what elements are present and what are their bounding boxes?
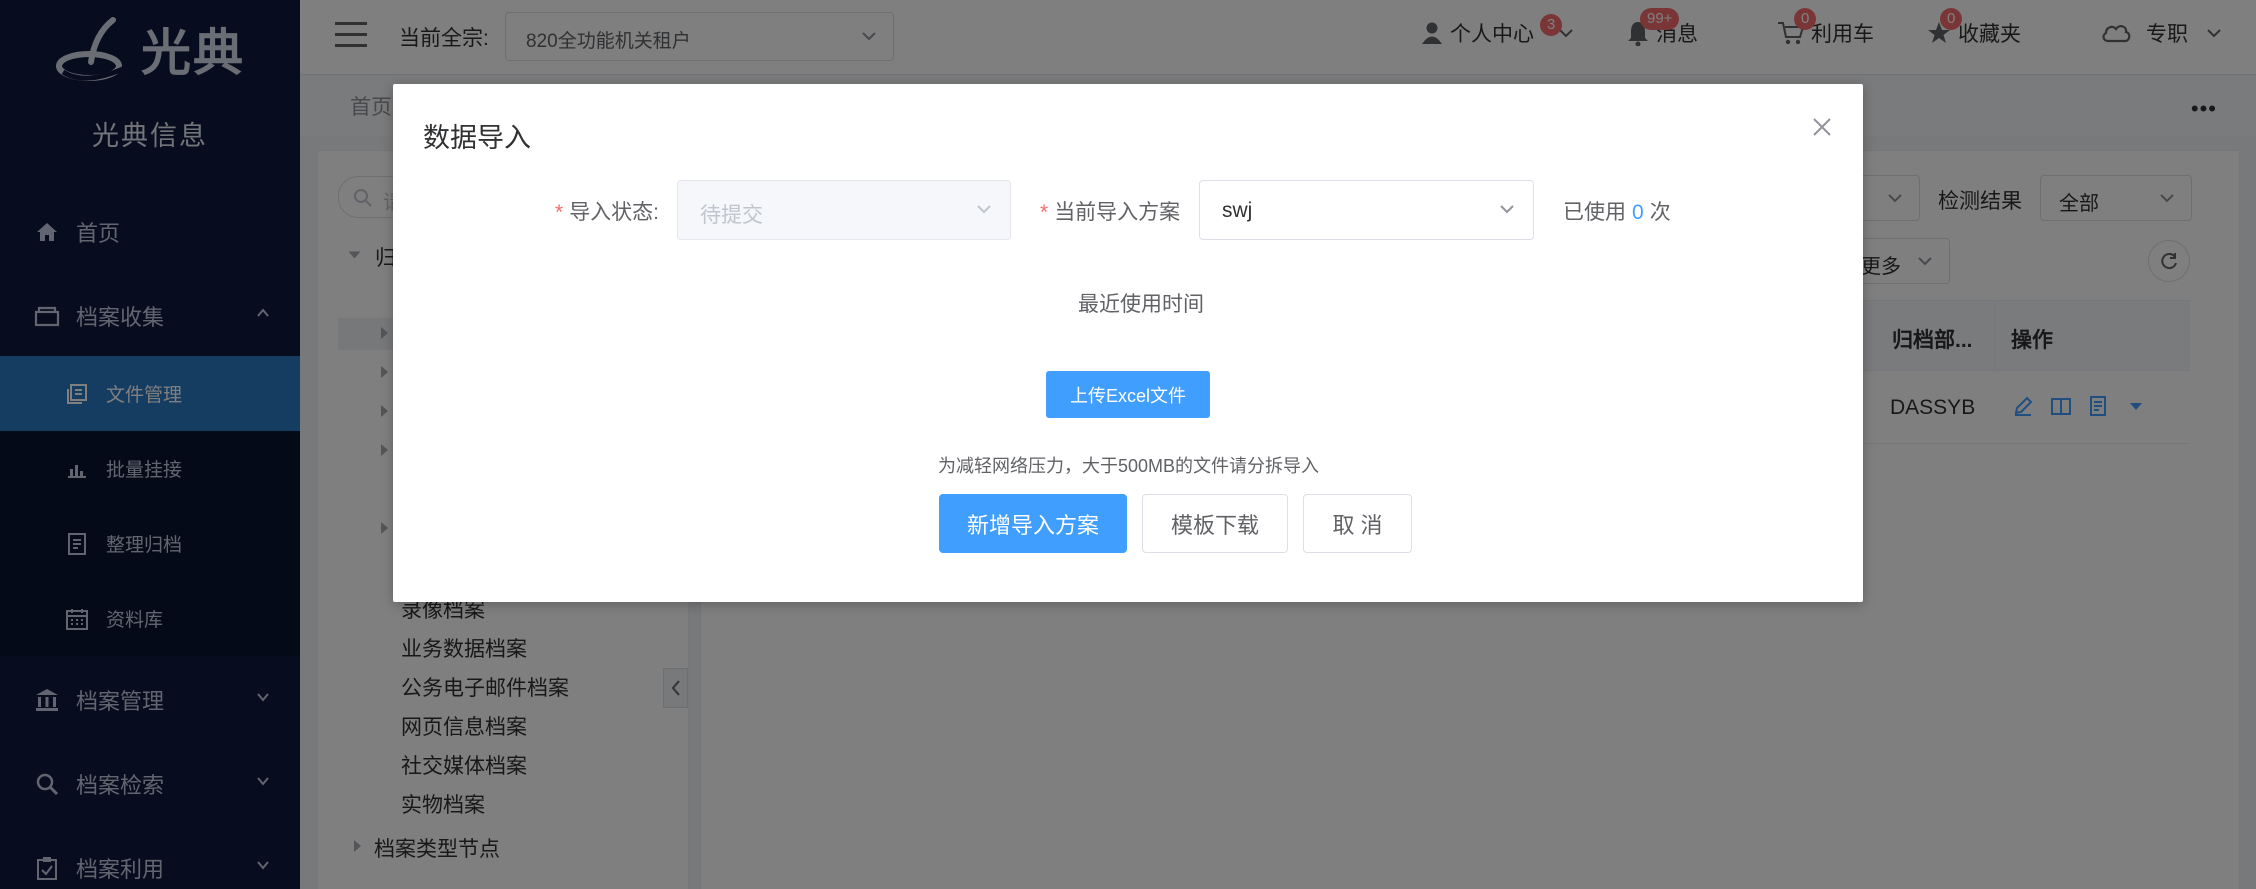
import-scheme-select[interactable]: swj <box>1199 180 1534 240</box>
usage-count: 0 <box>1632 201 1644 224</box>
usage-count-text: 已使用 0 次 <box>1563 201 1671 224</box>
import-status-value: 待提交 <box>700 204 763 227</box>
import-status-select: 待提交 <box>677 180 1011 240</box>
size-tip: 为减轻网络压力，大于500MB的文件请分拆导入 <box>938 456 1320 476</box>
dialog-title: 数据导入 <box>423 123 531 153</box>
import-scheme-label: * 当前导入方案 <box>1040 201 1181 224</box>
import-dialog: 数据导入 * 导入状态: 待提交 * 当前导入方案 swj 已使用 0 次 最近使用时间… <box>393 84 1863 602</box>
cancel-button[interactable]: 取 消 <box>1303 494 1412 553</box>
recent-time-label: 最近使用时间 <box>1078 293 1204 316</box>
import-status-label: * 导入状态: <box>555 201 660 224</box>
chevron-down-icon <box>1500 205 1514 214</box>
import-scheme-value: swj <box>1222 199 1253 222</box>
template-download-button[interactable]: 模板下载 <box>1142 494 1288 553</box>
chevron-down-icon <box>977 205 991 214</box>
close-icon[interactable] <box>1811 116 1833 138</box>
upload-excel-button[interactable]: 上传Excel文件 <box>1046 371 1210 418</box>
add-scheme-button[interactable]: 新增导入方案 <box>939 494 1127 553</box>
